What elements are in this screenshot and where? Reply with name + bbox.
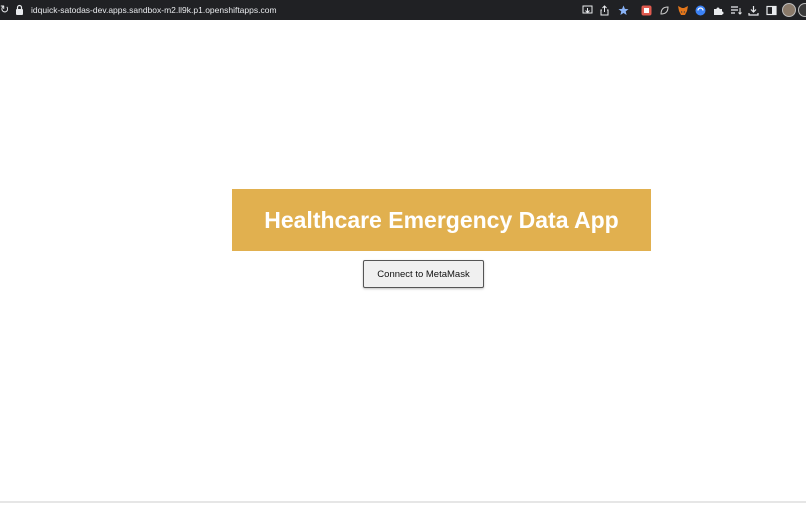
extension-leaf-icon[interactable] [658,3,671,17]
extensions-puzzle-icon[interactable] [712,3,725,17]
bottom-divider [0,501,806,503]
connect-metamask-button[interactable]: Connect to MetaMask [363,260,484,288]
lock-icon[interactable] [14,3,25,17]
download-icon[interactable] [747,3,760,17]
app-header-banner: Healthcare Emergency Data App [232,189,651,251]
side-panel-icon[interactable] [765,3,778,17]
browser-toolbar: ↻ idquick-satodas-dev.apps.sandbox-m2.ll… [0,0,806,20]
metamask-fox-icon[interactable] [676,3,689,17]
reading-list-icon[interactable] [729,3,742,17]
extension-red-icon[interactable] [640,3,653,17]
extension-blue-icon[interactable] [694,3,707,17]
reload-icon[interactable]: ↻ [0,3,8,17]
browser-menu-avatar[interactable] [798,3,806,17]
bookmark-star-icon[interactable] [617,3,630,17]
install-icon[interactable] [581,3,594,17]
share-icon[interactable] [598,3,611,17]
profile-avatar[interactable] [782,3,796,17]
address-bar-url[interactable]: idquick-satodas-dev.apps.sandbox-m2.ll9k… [31,3,277,17]
page-title: Healthcare Emergency Data App [264,206,619,233]
